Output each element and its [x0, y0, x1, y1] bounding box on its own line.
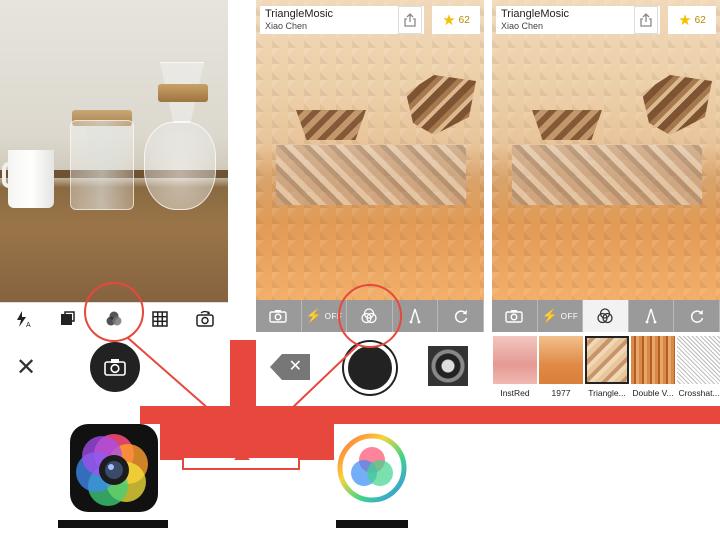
arrow-bar: [230, 340, 256, 410]
new-app-icon: [336, 432, 408, 504]
old-app-icon: [70, 424, 158, 512]
new-app-label: [336, 520, 408, 528]
arrow-bar: [140, 406, 720, 424]
old-app-label: [58, 520, 168, 528]
arrow-head: [234, 450, 250, 460]
figure: A ✕ TriangleMosic Xiao Chen ★ 62 ⚡ OFF ✕…: [0, 0, 720, 560]
